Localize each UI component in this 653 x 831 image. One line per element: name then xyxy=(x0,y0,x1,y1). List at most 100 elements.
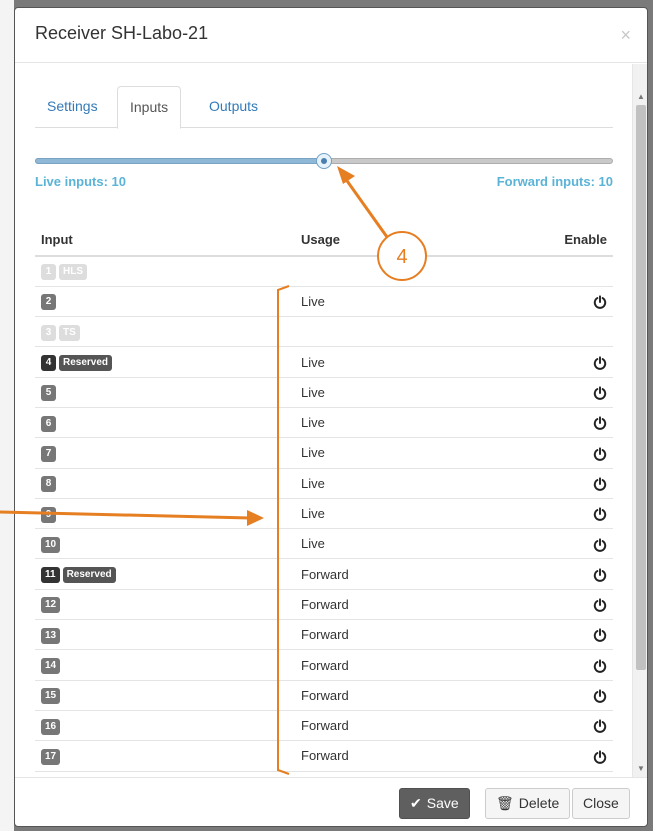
input-cell: 9 xyxy=(35,497,295,529)
enable-cell xyxy=(461,316,613,347)
usage-cell: Live xyxy=(295,285,462,317)
usage-cell: Live xyxy=(295,346,462,378)
background-page xyxy=(0,0,14,831)
forward-inputs-label: Forward inputs: 10 xyxy=(496,174,613,189)
input-cell: 10 xyxy=(35,528,295,559)
trash-icon: 🗑 xyxy=(496,795,514,811)
enable-cell xyxy=(461,285,613,317)
enable-cell xyxy=(461,619,613,650)
input-cell: 1 HLS xyxy=(35,255,295,287)
callout-number: 4 xyxy=(396,246,408,268)
delete-button[interactable]: 🗑 Delete xyxy=(485,788,571,819)
table-row: 2 Live xyxy=(35,285,613,317)
table-row: 9 Live xyxy=(35,497,613,529)
input-number-badge: 4 xyxy=(41,355,56,372)
slider-labels: Live inputs: 10 Forward inputs: 10 xyxy=(35,174,613,192)
input-cell: 17 xyxy=(35,740,295,772)
input-cell: 14 xyxy=(35,649,295,681)
input-cell: 5 xyxy=(35,376,295,408)
enable-cell xyxy=(461,406,613,438)
usage-cell: Forward xyxy=(295,619,462,650)
power-icon[interactable] xyxy=(593,294,607,309)
tab-inputs[interactable]: Inputs xyxy=(117,86,182,129)
power-icon[interactable] xyxy=(593,445,607,461)
table-row: 5 Live xyxy=(35,376,613,408)
check-icon: ✔ xyxy=(410,795,422,811)
power-icon[interactable] xyxy=(593,627,607,643)
input-number-badge: 8 xyxy=(41,476,56,493)
power-icon[interactable] xyxy=(593,385,607,400)
input-number-badge: 10 xyxy=(41,536,61,553)
table-row: 8 Live xyxy=(35,467,613,499)
power-icon[interactable] xyxy=(593,566,607,582)
table-row: 11 Reserved Forward xyxy=(35,558,613,590)
tab-outputs[interactable]: Outputs xyxy=(197,86,270,128)
usage-cell xyxy=(295,316,462,347)
scrollbar-thumb[interactable] xyxy=(636,105,646,670)
input-number-badge: 3 xyxy=(41,324,56,341)
input-tag-badge: TS xyxy=(59,324,80,341)
column-header-enable: Enable xyxy=(461,224,613,257)
power-icon[interactable] xyxy=(593,354,607,370)
power-icon[interactable] xyxy=(593,597,607,612)
scroll-up-arrow-icon[interactable]: ▲ xyxy=(633,88,647,105)
input-number-badge: 16 xyxy=(41,718,61,735)
input-cell: 4 Reserved xyxy=(35,346,295,378)
usage-cell: Forward xyxy=(295,709,462,741)
table-row: 13 Forward xyxy=(35,619,613,650)
input-number-badge: 6 xyxy=(41,415,56,432)
table-row: 1 HLS xyxy=(35,255,613,287)
input-number-badge: 11 xyxy=(41,567,60,584)
vertical-scrollbar[interactable]: ▲ ▼ xyxy=(632,64,647,777)
slider-handle[interactable] xyxy=(316,153,332,169)
usage-cell: Live xyxy=(295,406,462,438)
input-tag-badge: HLS xyxy=(59,264,87,281)
input-cell: 6 xyxy=(35,406,295,438)
delete-button-label: Delete xyxy=(518,795,560,811)
input-number-badge: 7 xyxy=(41,445,56,462)
tab-bar: Settings Inputs Outputs xyxy=(35,86,613,129)
live-inputs-label: Live inputs: 10 xyxy=(35,174,127,189)
power-icon[interactable] xyxy=(593,536,607,552)
power-icon[interactable] xyxy=(593,475,607,491)
table-row: 4 Reserved Live xyxy=(35,346,613,378)
usage-cell: Live xyxy=(295,376,462,408)
input-cell: 15 xyxy=(35,679,295,711)
close-button[interactable]: Close xyxy=(572,788,630,819)
table-row: 15 Forward xyxy=(35,679,613,711)
save-button[interactable]: ✔ Save xyxy=(399,788,470,819)
enable-cell xyxy=(461,558,613,590)
enable-cell xyxy=(461,376,613,408)
column-header-usage: Usage xyxy=(295,224,462,257)
input-cell: 3 TS xyxy=(35,316,295,347)
enable-cell xyxy=(461,528,613,559)
input-cell: 11 Reserved xyxy=(35,558,295,590)
power-icon[interactable] xyxy=(593,506,607,522)
input-cell: 13 xyxy=(35,619,295,650)
table-row: 3 TS xyxy=(35,316,613,347)
input-number-badge: 17 xyxy=(41,748,61,765)
power-icon[interactable] xyxy=(593,415,607,431)
enable-cell xyxy=(461,649,613,681)
close-icon[interactable]: × xyxy=(620,26,631,44)
usage-cell: Forward xyxy=(295,679,462,711)
power-icon[interactable] xyxy=(593,657,607,673)
table-row: 6 Live xyxy=(35,406,613,438)
tab-settings[interactable]: Settings xyxy=(35,86,110,128)
input-cell: 8 xyxy=(35,467,295,499)
table-header-row: Input Usage Enable xyxy=(35,224,613,257)
dialog-header: Receiver SH-Labo-21 × xyxy=(15,8,647,63)
usage-cell: Forward xyxy=(295,558,462,590)
power-icon[interactable] xyxy=(593,718,607,734)
usage-cell xyxy=(295,255,462,287)
power-icon[interactable] xyxy=(593,748,607,764)
enable-cell xyxy=(461,346,613,378)
input-tag-badge: Reserved xyxy=(59,355,113,372)
power-icon[interactable] xyxy=(593,688,607,703)
live-forward-slider[interactable] xyxy=(35,153,613,169)
input-cell: 12 xyxy=(35,588,295,620)
usage-cell: Forward xyxy=(295,588,462,620)
scroll-down-arrow-icon[interactable]: ▼ xyxy=(633,760,647,777)
usage-cell: Forward xyxy=(295,649,462,681)
input-number-badge: 2 xyxy=(41,294,56,311)
